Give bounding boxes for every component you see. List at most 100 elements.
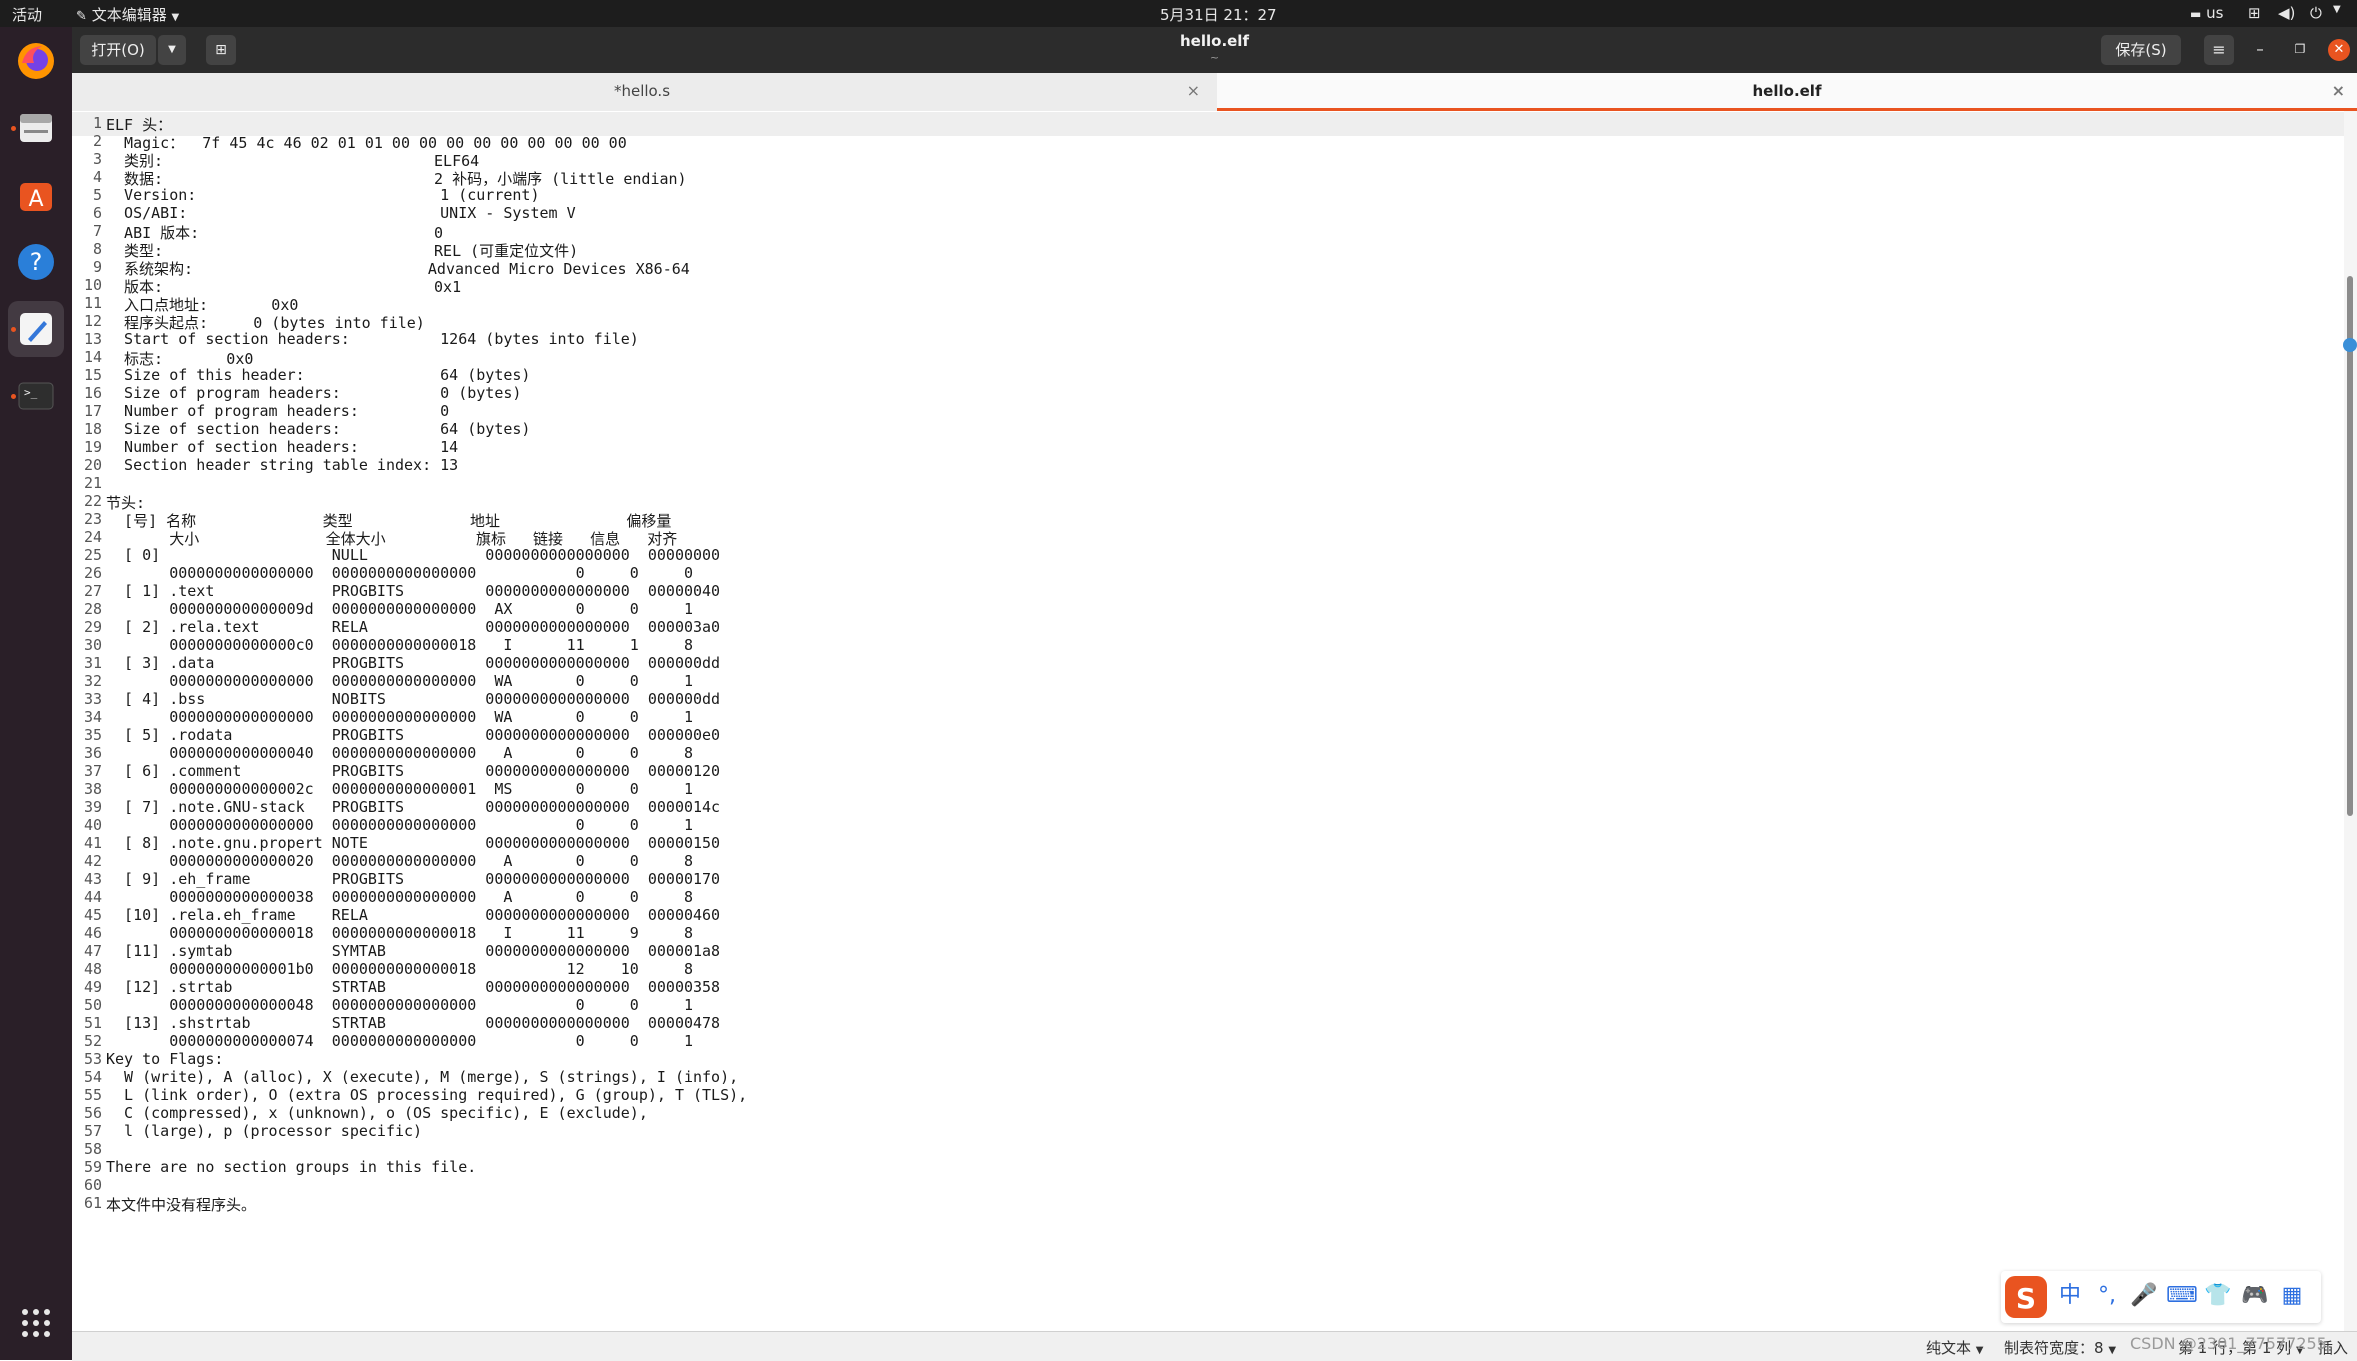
firefox-icon <box>18 43 54 79</box>
ime-skin-icon[interactable]: 👕 <box>2203 1281 2233 1311</box>
line-number: 41 <box>83 834 102 852</box>
tab-bar: *hello.s × hello.elf × <box>72 73 2357 112</box>
files-icon <box>20 114 52 142</box>
activities-button[interactable]: 活动 <box>12 4 42 25</box>
line-number: 25 <box>83 546 102 564</box>
line-number: 19 <box>83 438 102 456</box>
line-number: 50 <box>83 996 102 1014</box>
line-number: 36 <box>83 744 102 762</box>
close-window-icon[interactable]: ✕ <box>2328 39 2350 61</box>
line-number: 61 <box>83 1194 102 1212</box>
tab-width-dropdown[interactable]: 制表符宽度：8 ▼ <box>2004 1337 2116 1358</box>
hamburger-menu-icon[interactable]: ≡ <box>2204 35 2234 65</box>
line-number: 57 <box>83 1122 102 1140</box>
line-text: [ 7] .note.GNU-stack PROGBITS 0000000000… <box>106 798 721 816</box>
line-text: [ 9] .eh_frame PROGBITS 0000000000000000… <box>106 870 721 888</box>
line-number: 22 <box>83 492 102 510</box>
chevron-down-icon: ▼ <box>2108 1345 2117 1356</box>
chevron-down-icon: ▼ <box>171 12 180 23</box>
line-number: 43 <box>83 870 102 888</box>
line-number: 39 <box>83 798 102 816</box>
ime-game-icon[interactable]: 🎮 <box>2240 1281 2270 1311</box>
dock-help[interactable]: ? <box>8 234 64 290</box>
keyboard-icon: ▬ <box>2190 7 2202 21</box>
line-text: 00000000000000c0 0000000000000018 I 11 1… <box>106 636 693 654</box>
line-number: 55 <box>83 1086 102 1104</box>
vertical-scrollbar[interactable] <box>2344 111 2357 1331</box>
line-number: 47 <box>83 942 102 960</box>
dock-text-editor[interactable] <box>8 301 64 357</box>
dock-files[interactable] <box>8 100 64 156</box>
line-text: Key to Flags: <box>106 1050 224 1068</box>
clock[interactable]: 5月31日 21：27 <box>1160 4 1277 25</box>
ime-voice-icon[interactable]: 🎤 <box>2129 1281 2159 1311</box>
dock-terminal[interactable]: >_ <box>8 368 64 424</box>
line-number: 35 <box>83 726 102 744</box>
sogou-logo-icon[interactable]: S <box>2003 1274 2049 1320</box>
status-bar: 纯文本 ▼ 制表符宽度：8 ▼ 第 1 行，第 1 列 ▼ 插入 <box>72 1331 2357 1361</box>
line-number: 4 <box>92 168 102 186</box>
line-text: Size of this header: 64 (bytes) <box>106 366 531 384</box>
network-icon[interactable]: ⊞ <box>2248 4 2261 22</box>
line-number: 1 <box>92 114 102 132</box>
app-menu[interactable]: ✎ 文本编辑器 ▼ <box>76 4 179 25</box>
line-number: 33 <box>83 690 102 708</box>
chevron-down-icon: ▼ <box>1975 1345 1984 1356</box>
ime-keyboard-icon[interactable]: ⌨ <box>2166 1281 2198 1311</box>
tab-hello-elf[interactable]: hello.elf × <box>1217 73 2357 111</box>
line-text: [ 2] .rela.text RELA 0000000000000000 00… <box>106 618 721 636</box>
language-mode-dropdown[interactable]: 纯文本 ▼ <box>1926 1337 1984 1358</box>
show-apps-button[interactable] <box>8 1295 64 1351</box>
keyboard-indicator[interactable]: ▬ us <box>2190 4 2223 22</box>
line-text: 000000000000002c 0000000000000001 MS 0 0… <box>106 780 693 798</box>
line-number: 46 <box>83 924 102 942</box>
line-number: 52 <box>83 1032 102 1050</box>
svg-text:?: ? <box>30 248 43 276</box>
tab-close-icon[interactable]: × <box>2332 73 2345 109</box>
scrollbar-thumb[interactable] <box>2347 276 2353 816</box>
line-number: 51 <box>83 1014 102 1032</box>
line-number: 18 <box>83 420 102 438</box>
line-text: W (write), A (alloc), X (execute), M (me… <box>106 1068 739 1086</box>
line-number: 56 <box>83 1104 102 1122</box>
line-number: 12 <box>83 312 102 330</box>
line-number: 38 <box>83 780 102 798</box>
line-text: 0000000000000000 0000000000000000 0 0 1 <box>106 816 693 834</box>
line-number: 59 <box>83 1158 102 1176</box>
line-number: 60 <box>83 1176 102 1194</box>
ime-chinese-mode-icon[interactable]: 中 <box>2055 1281 2085 1311</box>
tab-hello-s[interactable]: *hello.s × <box>72 73 1212 111</box>
ime-toolbox-icon[interactable]: ▦ <box>2277 1281 2307 1311</box>
dock-firefox[interactable] <box>8 33 64 89</box>
system-menu-chevron-icon[interactable]: ▼ <box>2333 4 2341 15</box>
text-editor-app-icon <box>20 313 52 345</box>
line-text: [ 0] NULL 0000000000000000 00000000 <box>106 546 721 564</box>
svg-text:A: A <box>28 187 43 212</box>
save-button[interactable]: 保存(S) <box>2101 35 2181 65</box>
volume-icon[interactable]: ◀) <box>2278 4 2295 22</box>
software-center-icon: A <box>20 183 52 212</box>
dock-software[interactable]: A <box>8 167 64 223</box>
line-number: 26 <box>83 564 102 582</box>
line-text: Version: 1 (current) <box>106 186 540 204</box>
line-text: [13] .shstrtab STRTAB 0000000000000000 0… <box>106 1014 721 1032</box>
power-icon[interactable]: ⏻ <box>2310 4 2322 22</box>
line-number: 48 <box>83 960 102 978</box>
dock: A ? >_ <box>0 27 72 1360</box>
scroll-position-knob[interactable] <box>2343 338 2357 352</box>
line-text: Size of section headers: 64 (bytes) <box>106 420 531 438</box>
text-editor-area[interactable]: 1 ELF 头： 2 Magic： 7f 45 4c 46 02 01 01 00 … <box>72 111 2344 1331</box>
maximize-icon[interactable]: ❐ <box>2288 37 2312 61</box>
line-text: 000000000000009d 0000000000000000 AX 0 0… <box>106 600 693 618</box>
tab-label: *hello.s <box>613 82 671 100</box>
tab-close-icon[interactable]: × <box>1187 73 1200 109</box>
ime-punctuation-icon[interactable]: °, <box>2092 1281 2122 1311</box>
line-text: [ 6] .comment PROGBITS 0000000000000000 … <box>106 762 721 780</box>
line-number: 28 <box>83 600 102 618</box>
line-number: 45 <box>83 906 102 924</box>
app-menu-label: 文本编辑器 <box>91 6 167 24</box>
line-number: 27 <box>83 582 102 600</box>
minimize-icon[interactable]: – <box>2248 37 2272 61</box>
line-text: [ 1] .text PROGBITS 0000000000000000 000… <box>106 582 721 600</box>
line-text: 本文件中没有程序头。 <box>106 1196 257 1214</box>
